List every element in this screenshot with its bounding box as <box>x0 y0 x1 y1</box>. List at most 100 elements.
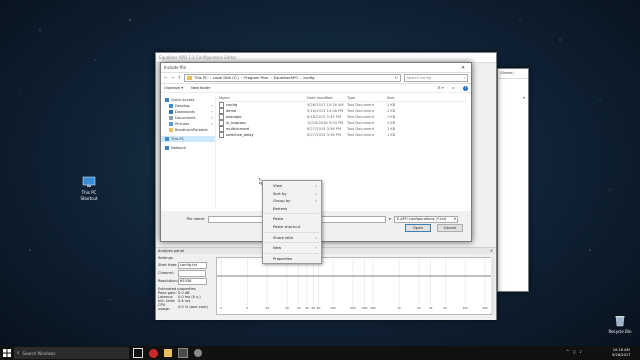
desktop-shortcut-label: Shortcut <box>80 196 98 201</box>
task-view-icon[interactable] <box>133 348 143 358</box>
recycle-bin-icon <box>615 316 625 327</box>
column-date[interactable]: Date modified <box>307 95 347 101</box>
menu-item-properties[interactable]: Properties <box>263 255 321 263</box>
analysis-panel-close-icon[interactable]: ✕ <box>490 249 496 253</box>
menu-separator <box>265 231 319 233</box>
preview-pane-icon[interactable]: ▭ <box>452 86 455 90</box>
start-from-select[interactable]: config.txt <box>178 261 207 269</box>
search-placeholder: Search config <box>406 76 432 80</box>
organize-button[interactable]: Organize ▾ <box>164 86 183 90</box>
open-button[interactable]: Open <box>405 224 431 232</box>
forward-arrow-icon[interactable]: → <box>171 76 175 81</box>
documents-icon <box>169 116 173 120</box>
background-window-address: (Stereo) <box>498 69 528 79</box>
menu-separator <box>265 213 319 215</box>
x-tick-label: 2 <box>220 306 222 310</box>
dialog-titlebar[interactable]: Include file ✕ <box>161 63 471 73</box>
x-tick-label: 2k <box>417 306 421 310</box>
tray-arrow-icon[interactable]: ^ <box>566 349 569 354</box>
menu-item-paste-shortcut[interactable]: Paste shortcut <box>263 223 321 231</box>
file-type: Text Document <box>347 133 375 137</box>
organize-label: Organize <box>164 86 181 90</box>
new-folder-button[interactable]: New folder <box>191 86 210 90</box>
editor-title: Equalizer APO 1.2 Configuration Editor <box>159 55 237 60</box>
app-taskbar-icon[interactable] <box>194 349 202 357</box>
menu-item-label: Sort by <box>273 190 287 196</box>
dialog-close-icon[interactable]: ✕ <box>458 65 468 71</box>
nav-item-this-pc[interactable]: This PC <box>161 136 215 142</box>
file-list: config 9/26/2017 10:16 AM Text Document 1 K… <box>217 102 467 138</box>
taskbar-search-box[interactable]: ⌕ Search Windows <box>14 347 129 359</box>
back-arrow-icon[interactable]: ← <box>164 76 168 81</box>
address-bar[interactable]: This PC › Local Disk (C:) › Program Files › Eq… <box>184 74 401 82</box>
submenu-arrow-icon: › <box>315 190 317 196</box>
file-name-dropdown-icon[interactable]: ▾ <box>389 217 391 221</box>
column-name[interactable]: Name <box>217 95 307 101</box>
start-from-label: Start from: <box>158 263 178 267</box>
x-tick-label: 200 <box>350 306 356 310</box>
network-icon <box>165 146 169 150</box>
taskbar-clock[interactable]: 10:16 AM 9/26/2017 <box>612 348 630 358</box>
address-folder-icon <box>187 76 193 80</box>
opera-browser-icon[interactable] <box>149 348 158 358</box>
resolution-select[interactable]: 65536 <box>178 277 207 285</box>
x-tick-label: 1k <box>397 306 401 310</box>
background-window-chevron-icon: ▾ <box>522 95 525 100</box>
volume-tray-icon[interactable]: ♪ <box>580 349 583 354</box>
nav-item-network[interactable]: Network <box>161 145 215 151</box>
x-tick-label: 20k <box>482 306 488 310</box>
nav-item-bandicamportable[interactable]: BandicamPortable <box>161 127 215 133</box>
menu-item-label: Properties <box>273 255 293 261</box>
breadcrumb-item[interactable]: EqualizerAPO <box>274 76 298 80</box>
file-date: 6/27/2015 3:36 PM <box>307 133 342 137</box>
network-tray-icon[interactable]: ▯ <box>573 349 575 354</box>
breadcrumb-item[interactable]: config <box>303 76 314 80</box>
navigation-pane: Quick access Desktop ⌖ Downloads ⌖ Documents ⌖… <box>161 97 216 209</box>
x-tick-label: 10k <box>462 306 468 310</box>
menu-item-group-by[interactable]: Group by › <box>263 197 321 205</box>
menu-item-sort-by[interactable]: Sort by › <box>263 190 321 198</box>
frequency-response-graph[interactable]: 2 5 10 20 30 40 50 60 100 200 300 400 1k 2k 3k 5k 10k 20k <box>216 257 492 315</box>
breadcrumb-item[interactable]: Local Disk (C:) <box>213 76 239 80</box>
menu-item-label: View <box>273 183 283 188</box>
breadcrumb-item[interactable]: Program Files <box>244 76 268 80</box>
menu-item-new[interactable]: New › <box>263 244 321 252</box>
file-type-select[interactable]: E-APO configurations (*.txt) ▾ <box>393 215 458 223</box>
context-menu: View › Sort by › Group by › Refresh Paste Paste … <box>262 180 322 265</box>
file-type-value: E-APO configurations (*.txt) <box>396 217 447 221</box>
graph-x-ticks: 2 5 10 20 30 40 50 60 100 200 300 400 1k 2k 3k 5k 10k 20k <box>217 306 491 312</box>
menu-item-view[interactable]: View › <box>263 182 321 190</box>
pc-icon <box>165 137 169 141</box>
x-tick-label: 300 <box>361 306 368 310</box>
resolution-label: Resolution: <box>158 279 178 283</box>
menu-item-share-with[interactable]: Share with › <box>263 234 321 242</box>
column-type[interactable]: Type <box>347 95 387 101</box>
cancel-button[interactable]: Cancel <box>437 224 463 232</box>
file-row[interactable]: selective_delay 6/27/2015 3:36 PM Text Doc… <box>217 132 467 138</box>
background-explorer-window[interactable]: (Stereo) ▾ <box>497 68 529 292</box>
equalizer-taskbar-icon[interactable] <box>178 348 188 358</box>
channel-select[interactable] <box>178 269 206 277</box>
analysis-scrollbar[interactable] <box>491 257 495 313</box>
file-explorer-icon[interactable] <box>164 349 172 357</box>
nav-item-label: Network <box>171 146 187 150</box>
menu-item-refresh[interactable]: Refresh <box>263 205 321 213</box>
search-input[interactable]: Search config ⌕ <box>403 74 468 82</box>
desktop-this-pc-icon[interactable]: This PC Shortcut <box>74 176 104 201</box>
refresh-icon[interactable]: ↻ <box>395 76 400 80</box>
breadcrumb-separator-icon: › <box>209 76 211 80</box>
start-button[interactable] <box>2 348 12 358</box>
breadcrumb-item[interactable]: This PC <box>194 76 207 80</box>
clock-date: 9/26/2017 <box>612 353 631 357</box>
menu-item-label: New <box>273 245 282 251</box>
up-arrow-icon[interactable]: ↑ <box>178 76 182 81</box>
desktop-recycle-bin-icon[interactable]: Recycle Bin <box>605 314 635 334</box>
column-size[interactable]: Size <box>387 95 407 101</box>
menu-item-paste[interactable]: Paste <box>263 215 321 223</box>
x-tick-label: 40 <box>304 306 309 310</box>
menu-item-label: Group by <box>273 198 291 204</box>
view-options-icon[interactable]: ☰ ▾ <box>437 86 443 90</box>
dialog-title: Include file <box>164 65 186 70</box>
recycle-bin-label: Recycle Bin <box>608 329 632 334</box>
help-icon[interactable]: ? <box>463 85 468 91</box>
